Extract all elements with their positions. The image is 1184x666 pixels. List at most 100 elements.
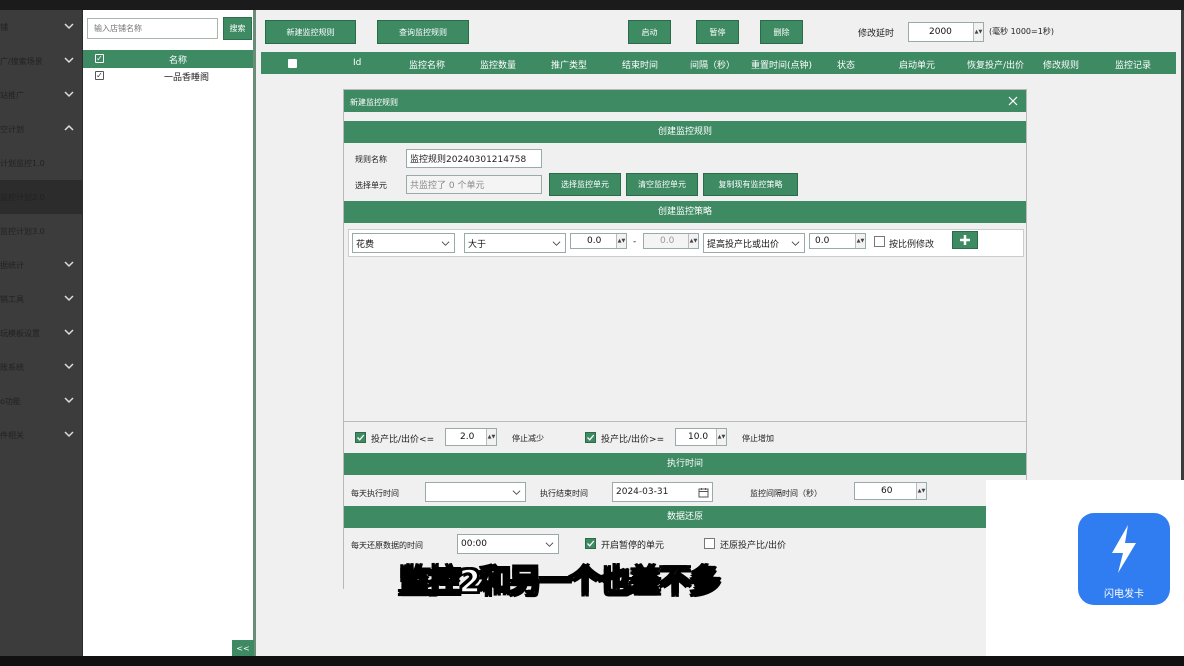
value-min: 0.0	[587, 236, 602, 246]
delay-label: 修改延时	[858, 29, 895, 39]
sidebar-item-control-plan[interactable]: 空计划	[0, 112, 83, 146]
section-strategy: 创建监控策略	[344, 201, 1026, 223]
chevron-down-icon	[64, 91, 74, 98]
sidebar-item-shop[interactable]: 铺	[0, 10, 83, 44]
interval-stepper[interactable]: 60 ▲▼	[854, 482, 927, 500]
column-header[interactable]: 推广类型	[551, 58, 587, 71]
shop-name: 一品香睡阁	[164, 73, 210, 83]
lightning-icon	[1112, 525, 1136, 573]
roi-le-stepper[interactable]: 2.0 ▲▼	[445, 428, 497, 446]
daily-exec-select[interactable]	[425, 482, 526, 502]
column-header[interactable]: 间隔（秒）	[690, 58, 735, 71]
add-strategy-button[interactable]	[952, 231, 978, 249]
roi-ge-checkbox[interactable]	[585, 432, 596, 443]
collapse-panel-button[interactable]: <<	[232, 640, 254, 656]
exec-end-date-input[interactable]: 2024-03-31	[612, 482, 713, 502]
chevron-up-icon	[64, 124, 74, 131]
sidebar-item-monitor-2[interactable]: 监控计划2.0	[0, 180, 83, 214]
clear-unit-button[interactable]: 清空监控单元	[626, 173, 698, 196]
restore-roi-checkbox[interactable]	[704, 538, 715, 549]
value-max-stepper: 0.0 ▲▼	[643, 233, 699, 249]
select-all-checkbox[interactable]: ✓	[95, 54, 104, 63]
pause-button[interactable]: 暂停	[696, 20, 739, 44]
column-header[interactable]: 监控记录	[1115, 58, 1151, 71]
exec-end-label: 执行结束时间	[540, 489, 588, 498]
column-header[interactable]: 状态	[837, 58, 855, 71]
open-paused-checkbox[interactable]	[585, 538, 596, 549]
operator-select-value: 大于	[468, 239, 487, 250]
interval-label: 监控间隔时间（秒）	[750, 489, 822, 498]
chevron-down-icon	[64, 329, 74, 336]
chevron-down-icon	[64, 431, 74, 438]
rule-name-label: 规则名称	[355, 155, 387, 164]
roi-le-checkbox[interactable]	[355, 432, 366, 443]
sidebar-item-label: 监控计划3.0	[0, 226, 45, 236]
roi-ge-stepper[interactable]: 10.0 ▲▼	[675, 428, 727, 446]
column-header[interactable]: 修改规则	[1043, 58, 1079, 71]
column-header[interactable]: Id	[353, 58, 361, 68]
section-restore: 数据还原	[344, 506, 1026, 528]
stop-increase-label: 停止增加	[742, 434, 774, 443]
shop-search-input[interactable]	[87, 18, 218, 39]
sidebar-item-label: 件相关	[0, 430, 24, 440]
operator-select[interactable]: 大于	[464, 233, 566, 253]
row-checkbox[interactable]: ✓	[95, 71, 104, 80]
select-unit-field: 共监控了 0 个单元	[406, 175, 542, 194]
column-header[interactable]: 启动单元	[899, 58, 935, 71]
sidebar-item-software[interactable]: 件相关	[0, 418, 83, 452]
proportional-checkbox[interactable]	[874, 236, 885, 247]
sidebar-item-monitor-3[interactable]: 监控计划3.0	[0, 214, 83, 248]
sidebar-item-label: 广/搜索场景	[0, 56, 43, 66]
stepper-arrows-icon[interactable]: ▲▼	[973, 23, 983, 41]
chevron-down-icon	[791, 241, 800, 246]
table-row[interactable]: ✓ 一品香睡阁	[83, 68, 253, 84]
daily-restore-select[interactable]: 00:00	[457, 534, 559, 554]
column-header[interactable]: 结束时间	[622, 58, 658, 71]
chevron-down-icon	[64, 57, 74, 64]
dialog-title-bar: 新建监控规则	[344, 90, 1026, 112]
action-value-stepper[interactable]: 0.0 ▲▼	[809, 233, 866, 249]
select-unit-button[interactable]: 选择监控单元	[549, 173, 621, 196]
delay-stepper[interactable]: 2000 ▲▼	[908, 22, 984, 42]
chevron-down-icon	[64, 261, 74, 268]
sidebar-item-label: 据统计	[0, 260, 24, 270]
sidebar-item-stats[interactable]: 据统计	[0, 248, 83, 282]
select-unit-label: 选择单元	[355, 181, 387, 190]
calendar-icon[interactable]	[698, 487, 709, 498]
video-subtitle: 监控2和另一个也差不多	[398, 563, 721, 601]
delete-button[interactable]: 删除	[760, 20, 803, 44]
stepper-arrows-icon[interactable]: ▲▼	[486, 429, 496, 445]
stepper-arrows-icon[interactable]: ▲▼	[916, 483, 926, 499]
proportional-label: 按比例修改	[889, 240, 935, 250]
sidebar-item-site-promo[interactable]: 站推广	[0, 78, 83, 112]
delay-value: 2000	[929, 27, 952, 37]
stepper-arrows-icon[interactable]: ▲▼	[716, 429, 726, 445]
metric-select[interactable]: 花费	[352, 233, 455, 253]
chevron-down-icon	[441, 241, 450, 246]
sidebar-item-templates[interactable]: 玩模板设置	[0, 316, 83, 350]
action-select[interactable]: 提高投产比或出价	[703, 233, 805, 253]
column-header[interactable]: 重置时间(点钟)	[751, 58, 812, 71]
column-header-name: 名称	[169, 56, 188, 66]
sidebar-item-monitor-1[interactable]: 计划监控1.0	[0, 146, 83, 180]
chevron-down-icon	[64, 363, 74, 370]
copy-strategy-button[interactable]: 复制现有监控策略	[703, 173, 798, 196]
value-min-stepper[interactable]: 0.0 ▲▼	[570, 233, 627, 249]
column-header[interactable]: 监控名称	[409, 58, 445, 71]
query-rule-button[interactable]: 查询监控规则	[377, 20, 469, 44]
sidebar-item-tools[interactable]: 销工具	[0, 282, 83, 316]
stepper-arrows-icon[interactable]: ▲▼	[855, 234, 865, 248]
sidebar-item-search-scene[interactable]: 广/搜索场景	[0, 44, 83, 78]
start-button[interactable]: 启动	[628, 20, 671, 44]
close-icon[interactable]	[1008, 96, 1018, 106]
sidebar-item-label: 站推广	[0, 90, 24, 100]
grid-select-all-checkbox[interactable]	[288, 59, 297, 68]
rule-name-input[interactable]: 监控规则20240301214758	[406, 149, 542, 168]
sidebar-item-accounts[interactable]: 账系统	[0, 350, 83, 384]
column-header[interactable]: 监控数量	[480, 58, 516, 71]
shop-search-button[interactable]: 搜索	[223, 17, 252, 40]
column-header[interactable]: 恢复投产/出价	[967, 58, 1024, 71]
new-rule-button[interactable]: 新建监控规则	[265, 20, 356, 44]
sidebar-item-functions[interactable]: o功能	[0, 384, 83, 418]
stepper-arrows-icon[interactable]: ▲▼	[616, 234, 626, 248]
